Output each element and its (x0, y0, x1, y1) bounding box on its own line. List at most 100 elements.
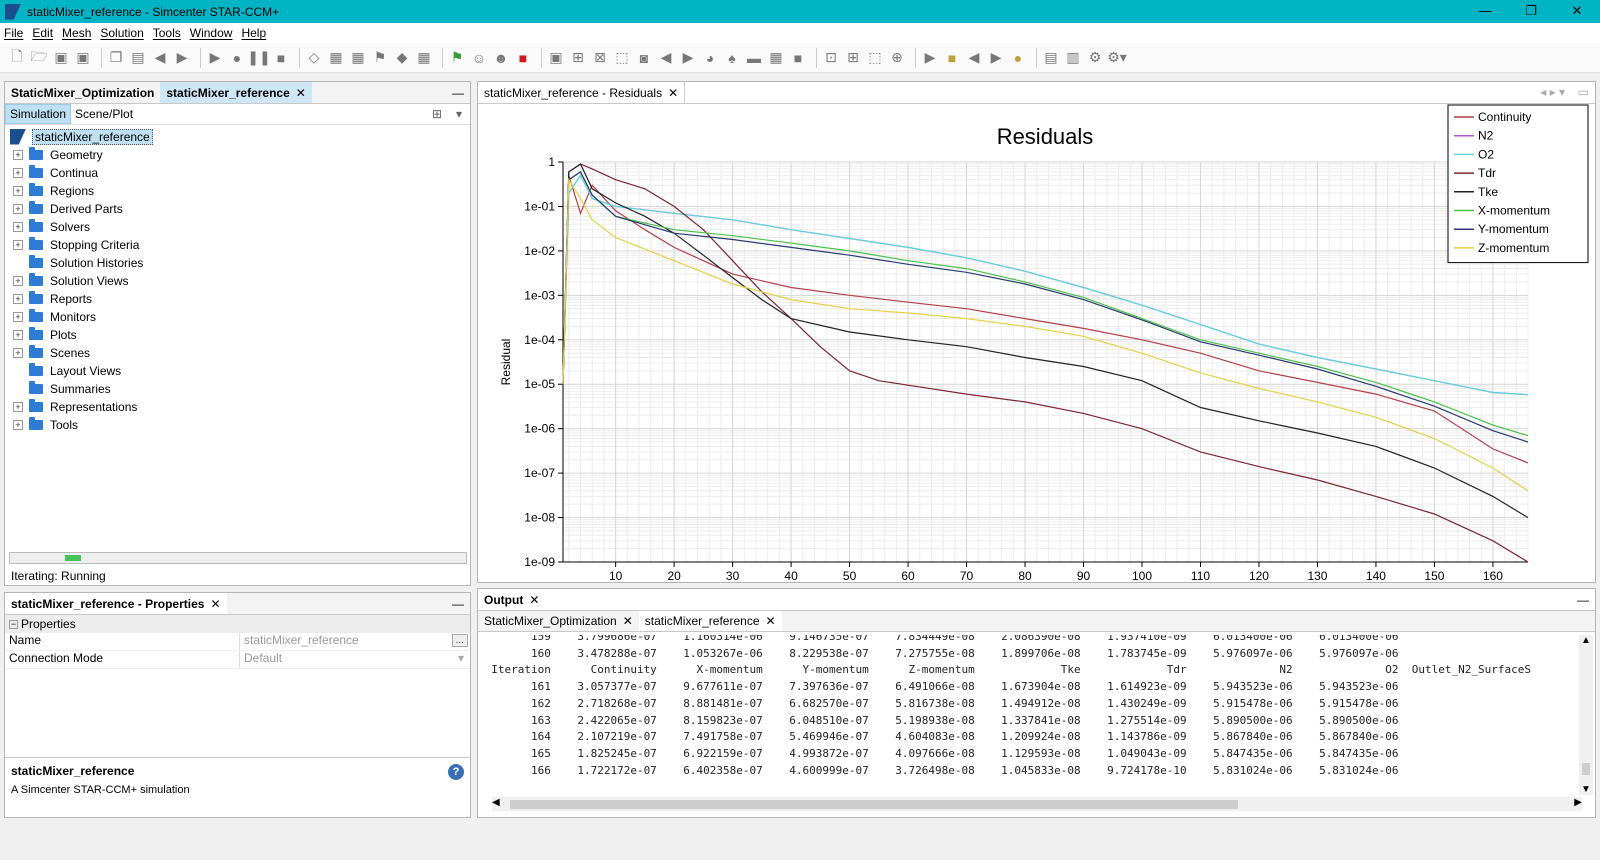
menu-file[interactable]: File (4, 26, 23, 40)
save-icon[interactable]: ▣ (52, 49, 70, 67)
back-icon[interactable]: ◀ (657, 49, 675, 67)
scroll-thumb[interactable] (510, 800, 1238, 809)
close-tab-icon[interactable]: ✕ (766, 614, 776, 628)
tree-item-tools[interactable]: + Tools (5, 416, 470, 434)
tree-dropdown-icon[interactable]: ▾ (456, 107, 462, 121)
tab-staticmixer-optimization[interactable]: StaticMixer_Optimization (5, 82, 160, 103)
surface-mesh-icon[interactable]: ▦ (327, 49, 345, 67)
residuals-chart[interactable]: 1 1e-01 1e-02 1e-03 1e-04 1e-05 1e-06 1e-07 1e-0… (478, 104, 1595, 582)
prev-frame-icon[interactable]: ◀ (965, 49, 983, 67)
parts-icon[interactable]: ⚑ (371, 49, 389, 67)
save-all-icon[interactable]: ▣ (74, 49, 92, 67)
nav-arrows-icon[interactable]: ◂ ▸ ▾ (1540, 85, 1565, 99)
copy-icon[interactable]: ❐ (107, 49, 125, 67)
tab-residuals[interactable]: staticMixer_reference - Residuals ✕ (478, 82, 686, 103)
tools-icon[interactable]: ⚙ (1086, 49, 1104, 67)
undo-icon[interactable]: ◀ (151, 49, 169, 67)
run-icon[interactable]: ▶ (206, 49, 224, 67)
close-tab-icon[interactable]: ✕ (296, 86, 306, 100)
zoom-icon[interactable]: ⊡ (822, 49, 840, 67)
step-icon[interactable]: ● (228, 49, 246, 67)
scroll-up-icon[interactable]: ▲ (1581, 635, 1591, 646)
select-icon[interactable]: ⬚ (613, 49, 631, 67)
tree-item-solvers[interactable]: + Solvers (5, 218, 470, 236)
close-tab-icon[interactable]: ✕ (210, 597, 220, 611)
stop-run-icon[interactable]: ■ (514, 49, 532, 67)
zoom-select-icon[interactable]: ⬚ (866, 49, 884, 67)
maximize-panel-icon[interactable]: ▭ (1578, 85, 1589, 99)
minimize-panel-icon[interactable]: — (452, 86, 464, 100)
layout-icon[interactable]: ▤ (1042, 49, 1060, 67)
tree-item-derived-parts[interactable]: + Derived Parts (5, 200, 470, 218)
properties-section[interactable]: − Properties (5, 615, 470, 633)
next-frame-icon[interactable]: ▶ (987, 49, 1005, 67)
tree-item-geometry[interactable]: + Geometry (5, 146, 470, 164)
tab-output-reference[interactable]: staticMixer_reference ✕ (638, 611, 782, 631)
tree-options-icon[interactable]: ⊞ (432, 107, 442, 121)
scene-icon[interactable]: ▣ (547, 49, 565, 67)
zoom-mode-icon[interactable]: ⊕ (888, 49, 906, 67)
tree-item-layout-views[interactable]: Layout Views (5, 362, 470, 380)
horizontal-scrollbar[interactable]: ◀ ▶ (492, 797, 1582, 811)
scroll-left-icon[interactable]: ◀ (492, 797, 500, 808)
geometry-icon[interactable]: ◆ (393, 49, 411, 67)
table-icon[interactable]: ▬ (745, 49, 763, 67)
close-tab-icon[interactable]: ✕ (529, 593, 539, 607)
tree-item-regions[interactable]: + Regions (5, 182, 470, 200)
layout2-icon[interactable]: ▥ (1064, 49, 1082, 67)
tree-item-stopping-criteria[interactable]: + Stopping Criteria (5, 236, 470, 254)
mesh-icon[interactable]: ◇ (305, 49, 323, 67)
walker-icon[interactable]: ☺ (470, 49, 488, 67)
record-icon[interactable]: ■ (943, 49, 961, 67)
vertical-scrollbar[interactable]: ▲ ▼ (1579, 635, 1593, 795)
scroll-down-icon[interactable]: ▼ (1581, 784, 1591, 795)
redo-icon[interactable]: ▶ (173, 49, 191, 67)
table2-icon[interactable]: ▦ (767, 49, 785, 67)
paste-icon[interactable]: ▤ (129, 49, 147, 67)
expand-icon[interactable]: + (13, 420, 23, 430)
expand-icon[interactable]: + (13, 402, 23, 412)
expand-icon[interactable]: + (13, 186, 23, 196)
expand-icon[interactable]: + (13, 204, 23, 214)
menu-window[interactable]: Window (190, 26, 233, 40)
expand-icon[interactable]: + (13, 150, 23, 160)
name-field[interactable]: staticMixer_reference... (240, 633, 470, 650)
view-fit-icon[interactable]: ⊞ (569, 49, 587, 67)
minimize-panel-icon[interactable]: — (452, 597, 464, 611)
grid-icon[interactable]: ▦ (415, 49, 433, 67)
menu-edit[interactable]: Edit (32, 26, 53, 40)
tab-output[interactable]: Output ✕ (478, 589, 545, 610)
menu-help[interactable]: Help (241, 26, 266, 40)
scroll-right-icon[interactable]: ▶ (1574, 797, 1582, 808)
expand-icon[interactable]: + (13, 222, 23, 232)
menu-solution[interactable]: Solution (100, 26, 143, 40)
capture-icon[interactable]: ● (1009, 49, 1027, 67)
forward-icon[interactable]: ▶ (679, 49, 697, 67)
edit-ellipsis-button[interactable]: ... (451, 634, 468, 647)
play-icon[interactable]: ▶ (921, 49, 939, 67)
subtab-scene-plot[interactable]: Scene/Plot (71, 105, 137, 123)
expand-icon[interactable]: + (13, 330, 23, 340)
zoom-fit-icon[interactable]: ⊞ (844, 49, 862, 67)
stop-icon[interactable]: ■ (272, 49, 290, 67)
tree-item-solution-views[interactable]: + Solution Views (5, 272, 470, 290)
close-tab-icon[interactable]: ✕ (623, 614, 633, 628)
connection-mode-select[interactable]: Default ▾ (240, 651, 470, 668)
expand-icon[interactable]: + (13, 276, 23, 286)
output-log[interactable]: 159 3.799686e-07 1.160314e-06 9.146735e-… (478, 635, 1578, 795)
tree-item-continua[interactable]: + Continua (5, 164, 470, 182)
restore-button[interactable]: ❐ (1508, 0, 1554, 23)
view-grid-icon[interactable]: ⊠ (591, 49, 609, 67)
expand-icon[interactable]: + (13, 294, 23, 304)
tree-item-monitors[interactable]: + Monitors (5, 308, 470, 326)
expand-icon[interactable]: + (13, 348, 23, 358)
light-icon[interactable]: ♠ (723, 49, 741, 67)
menu-mesh[interactable]: Mesh (62, 26, 91, 40)
tree-item-reports[interactable]: + Reports (5, 290, 470, 308)
tree-item-representations[interactable]: + Representations (5, 398, 470, 416)
pause-icon[interactable]: ❚❚ (247, 49, 270, 67)
tree-item-scenes[interactable]: + Scenes (5, 344, 470, 362)
rotate-icon[interactable]: ◕ (701, 49, 719, 67)
open-folder-icon[interactable]: 🗁 (30, 48, 48, 67)
flag-icon[interactable]: ⚑ (448, 49, 466, 67)
